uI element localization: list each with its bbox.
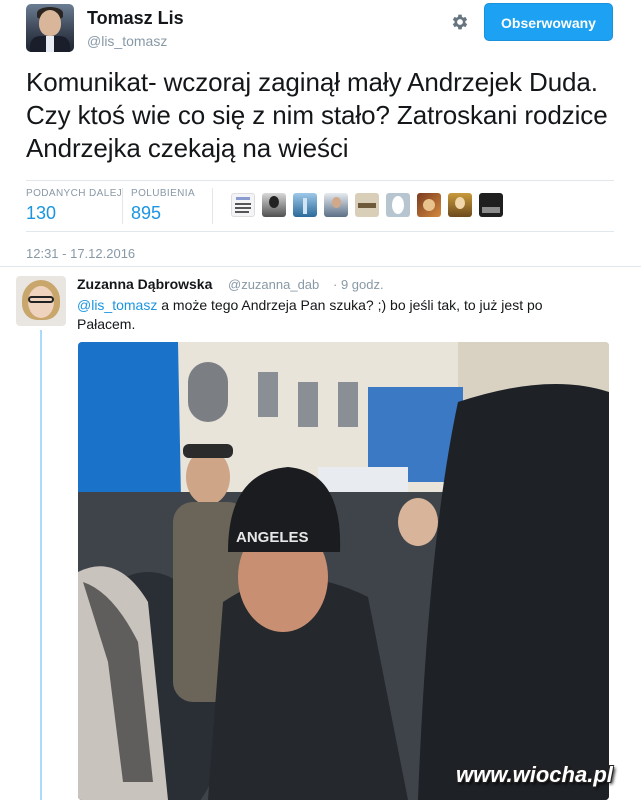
liker-avatar[interactable]	[448, 193, 472, 217]
liker-avatar[interactable]	[479, 193, 503, 217]
following-button[interactable]: Obserwowany	[484, 3, 613, 41]
author-avatar[interactable]	[26, 4, 74, 52]
divider	[122, 188, 123, 224]
liker-avatar[interactable]	[231, 193, 255, 217]
tweet-timestamp[interactable]: 12:31 - 17.12.2016	[26, 246, 135, 261]
reply-avatar[interactable]	[16, 276, 66, 326]
reply-time[interactable]: · 9 godz.	[333, 277, 384, 292]
gear-icon[interactable]	[450, 12, 470, 32]
liker-avatar[interactable]	[386, 193, 410, 217]
divider	[26, 231, 614, 232]
thread-line	[40, 330, 42, 800]
watermark: www.wiocha.pl	[456, 762, 613, 787]
retweets-count[interactable]: 130	[26, 203, 56, 224]
divider	[212, 188, 213, 224]
likes-label[interactable]: POLUBIENIA	[131, 188, 195, 199]
liker-avatar[interactable]	[262, 193, 286, 217]
divider	[26, 180, 614, 181]
reply-author-handle[interactable]: @zuzanna_dab	[228, 277, 319, 292]
retweets-label[interactable]: PODANYCH DALEJ	[26, 188, 122, 199]
liker-avatar[interactable]	[324, 193, 348, 217]
liker-avatar[interactable]	[417, 193, 441, 217]
liker-avatar[interactable]	[355, 193, 379, 217]
reply-author-name[interactable]: Zuzanna Dąbrowska	[77, 276, 212, 292]
likes-count[interactable]: 895	[131, 203, 161, 224]
liker-avatar[interactable]	[293, 193, 317, 217]
hat-text: ANGELES	[236, 529, 309, 546]
reply-photo[interactable]: ANGELES	[78, 342, 609, 800]
reply-text: @lis_tomasz a może tego Andrzeja Pan szu…	[77, 296, 567, 334]
author-name[interactable]: Tomasz Lis	[87, 8, 184, 29]
reply-mention-link[interactable]: @lis_tomasz	[77, 297, 157, 313]
divider	[0, 266, 641, 267]
tweet-text: Komunikat- wczoraj zaginął mały Andrzeje…	[26, 67, 608, 163]
author-handle[interactable]: @lis_tomasz	[87, 33, 167, 49]
